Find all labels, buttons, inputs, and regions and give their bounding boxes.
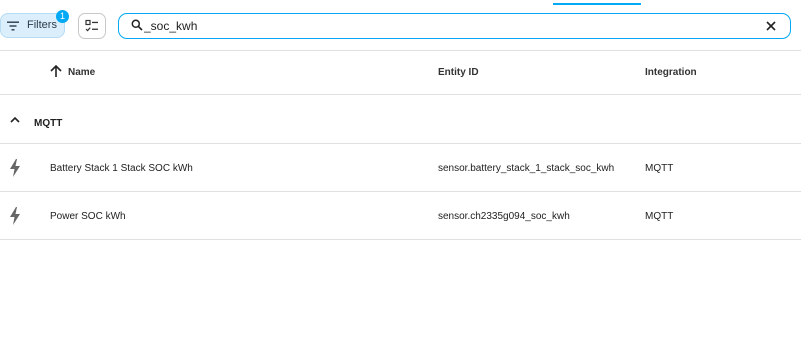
column-header-entity-id[interactable]: Entity ID [438, 67, 479, 78]
row-name: Power SOC kWh [50, 211, 126, 222]
group-header-mqtt[interactable]: MQTT [0, 95, 801, 144]
column-header-integration[interactable]: Integration [645, 67, 697, 78]
selection-mode-button[interactable] [78, 13, 106, 39]
row-name: Battery Stack 1 Stack SOC kWh [50, 163, 193, 174]
table-header: Name Entity ID Integration [0, 50, 801, 95]
table-row[interactable]: Battery Stack 1 Stack SOC kWh sensor.bat… [0, 144, 801, 192]
arrow-up-icon[interactable] [49, 64, 63, 78]
search-box [118, 13, 791, 39]
filter-icon [7, 21, 19, 31]
column-header-name[interactable]: Name [68, 67, 95, 78]
row-entity-id: sensor.battery_stack_1_stack_soc_kwh [438, 163, 615, 174]
row-integration: MQTT [645, 163, 674, 174]
toolbar: Filters 1 [0, 0, 801, 51]
search-icon [131, 19, 143, 31]
group-label: MQTT [34, 118, 63, 129]
search-input[interactable] [144, 17, 744, 35]
table-row[interactable]: Power SOC kWh sensor.ch2335g094_soc_kwh … [0, 192, 801, 240]
lightning-bolt-icon [10, 207, 20, 225]
chevron-up-icon[interactable] [9, 114, 21, 126]
filters-count-badge: 1 [56, 10, 69, 23]
row-integration: MQTT [645, 211, 674, 222]
filters-label: Filters [27, 19, 57, 31]
lightning-bolt-icon [10, 159, 20, 177]
close-icon[interactable] [764, 19, 778, 33]
select-mode-icon [85, 19, 98, 32]
row-entity-id: sensor.ch2335g094_soc_kwh [438, 211, 570, 222]
